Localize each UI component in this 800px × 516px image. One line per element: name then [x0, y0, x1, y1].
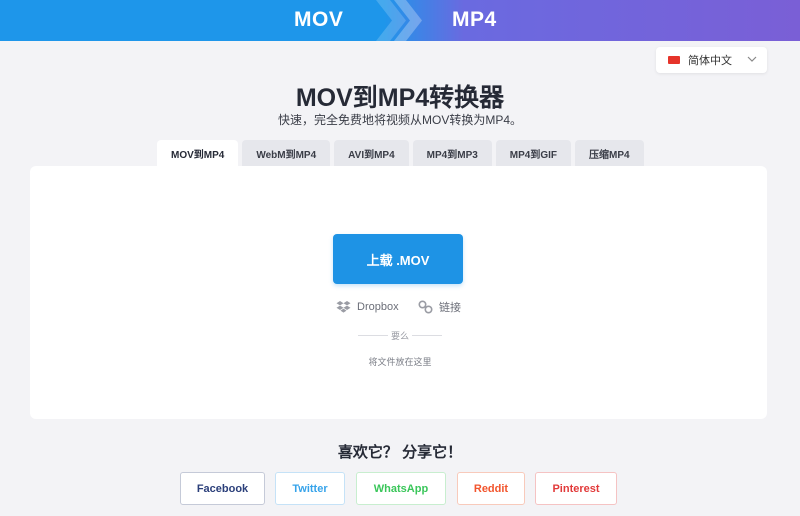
upload-button[interactable]: 上载 .MOV	[333, 234, 463, 284]
chevron-down-icon	[747, 56, 757, 62]
tab-avi-to-mp4[interactable]: AVI到MP4	[334, 140, 409, 166]
language-label: 简体中文	[688, 55, 732, 67]
link-icon	[418, 300, 433, 314]
converter-tabs: MOV到MP4 WebM到MP4 AVI到MP4 MP4到MP3 MP4到GIF…	[157, 140, 644, 166]
language-selector[interactable]: 简体中文	[656, 47, 767, 73]
dropbox-icon	[336, 300, 351, 313]
arrow-chevrons-icon	[376, 0, 422, 41]
share-reddit-button[interactable]: Reddit	[457, 472, 525, 505]
tab-mov-to-mp4[interactable]: MOV到MP4	[157, 140, 239, 166]
page-subtitle: 快速，完全免费地将视频从MOV转换为MP4。	[277, 113, 522, 127]
dropbox-label: Dropbox	[357, 301, 399, 313]
dropbox-button[interactable]: Dropbox	[336, 299, 399, 315]
link-label: 链接	[439, 302, 461, 314]
share-whatsapp-button[interactable]: WhatsApp	[356, 472, 446, 505]
share-pinterest-button[interactable]: Pinterest	[535, 472, 617, 505]
share-title: 喜欢它？ 分享它！	[337, 444, 463, 461]
link-button[interactable]: 链接	[418, 299, 461, 315]
or-label: 要么	[390, 331, 409, 341]
china-flag-icon	[668, 56, 680, 64]
tab-compress-mp4[interactable]: 压缩MP4	[575, 140, 644, 166]
or-divider-right	[412, 335, 442, 336]
upload-card	[30, 166, 767, 419]
tab-mp4-to-mp3[interactable]: MP4到MP3	[412, 140, 492, 166]
tab-webm-to-mp4[interactable]: WebM到MP4	[242, 140, 331, 166]
page-title: MOV到MP4转换器	[295, 84, 505, 112]
banner-from-format: MOV	[294, 8, 344, 31]
drop-zone-hint: 将文件放在这里	[368, 357, 432, 367]
share-facebook-button[interactable]: Facebook	[180, 472, 265, 505]
banner-to-format: MP4	[452, 8, 497, 31]
tab-mp4-to-gif[interactable]: MP4到GIF	[495, 140, 572, 166]
top-banner: MOV MP4	[0, 0, 800, 41]
share-twitter-button[interactable]: Twitter	[275, 472, 345, 505]
